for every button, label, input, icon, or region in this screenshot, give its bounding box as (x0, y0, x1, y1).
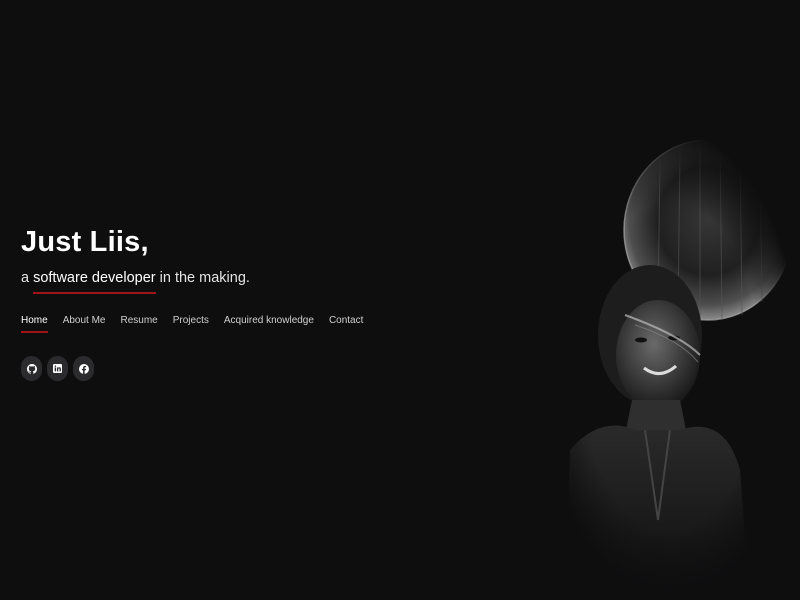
linkedin-icon (53, 364, 62, 373)
hero-intro: Just Liis, a software developer in the m… (21, 222, 250, 294)
main-nav: Home About Me Resume Projects Acquired k… (21, 314, 378, 333)
github-icon (26, 363, 37, 374)
hero-tagline: a software developer in the making. (21, 268, 250, 294)
tagline-highlight-text: software developer (33, 270, 156, 286)
hero-portrait-image (540, 130, 800, 600)
tagline-underline (33, 292, 156, 294)
nav-projects[interactable]: Projects (173, 314, 209, 328)
tagline-highlight: software developer (33, 268, 156, 294)
page: Just Liis, a software developer in the m… (0, 0, 800, 600)
nav-about-me[interactable]: About Me (63, 314, 106, 328)
nav-home[interactable]: Home (21, 314, 48, 333)
github-button[interactable] (21, 356, 42, 381)
facebook-icon (78, 363, 89, 374)
tagline-suffix: in the making. (155, 270, 250, 286)
hero-name: Just Liis, (21, 226, 149, 258)
linkedin-button[interactable] (47, 356, 68, 381)
nav-contact[interactable]: Contact (329, 314, 363, 328)
facebook-button[interactable] (73, 356, 94, 381)
tagline-prefix: a (21, 270, 34, 286)
nav-acquired-knowledge[interactable]: Acquired knowledge (224, 314, 314, 328)
social-links (21, 356, 94, 381)
nav-resume[interactable]: Resume (121, 314, 158, 328)
